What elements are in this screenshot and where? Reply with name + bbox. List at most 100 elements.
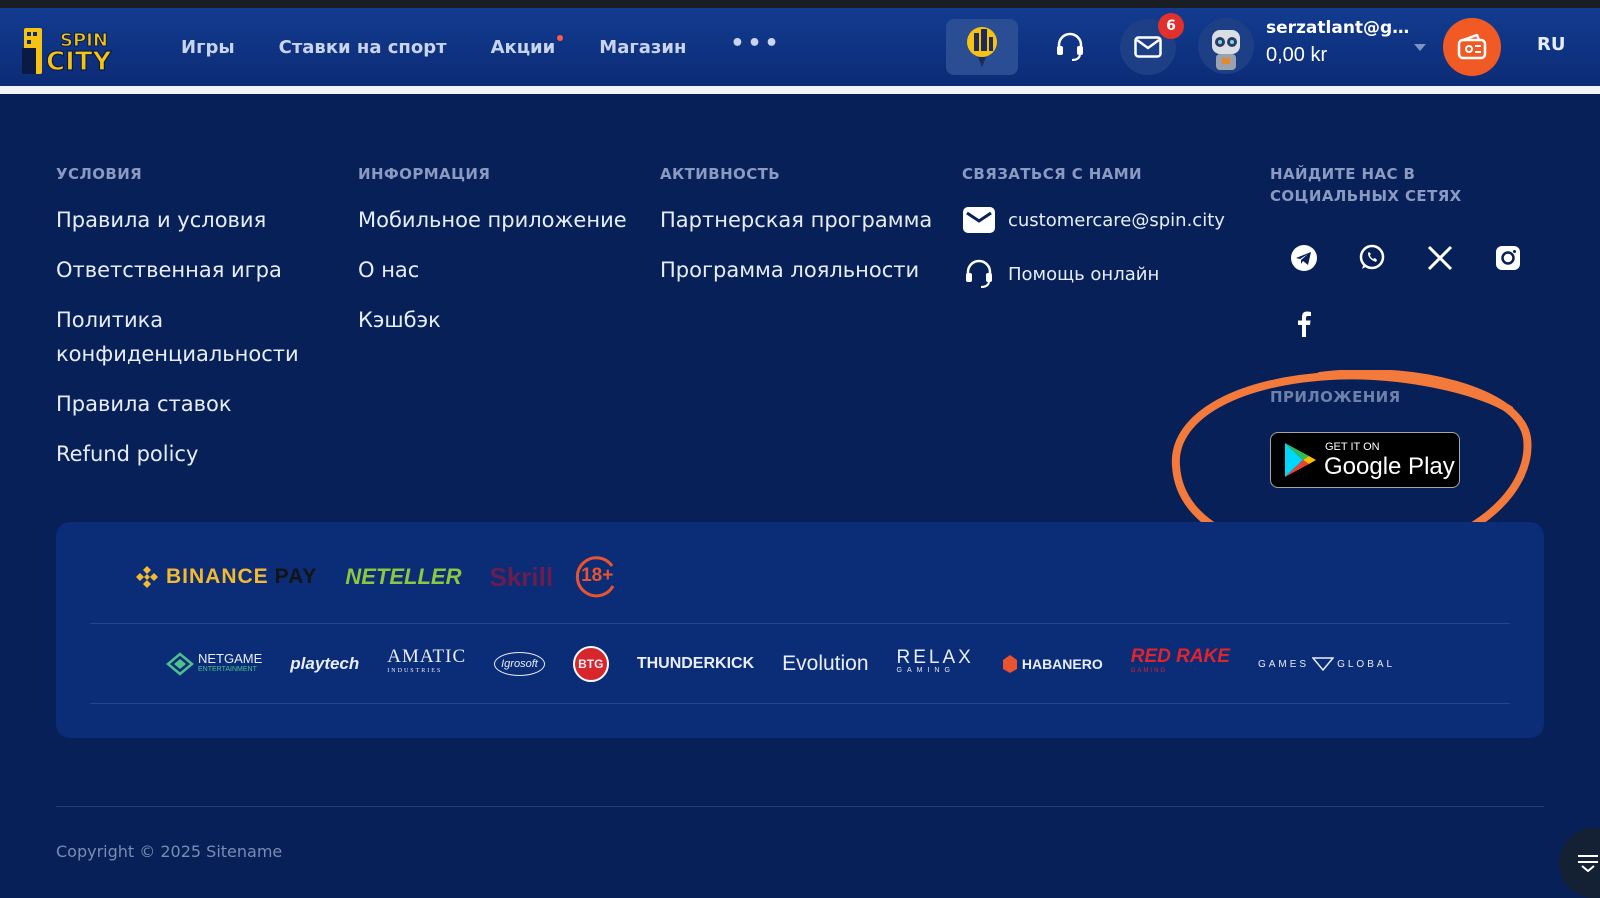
thunderkick-logo: THUNDERKICK (636, 655, 755, 672)
link-about-us[interactable]: О нас (358, 253, 627, 287)
footer-divider (56, 806, 1544, 807)
amatic-text: AMATIC (387, 646, 467, 667)
link-betting-rules[interactable]: Правила ставок (56, 387, 316, 421)
user-balance: 0,00 kr (1266, 44, 1328, 66)
wallet-icon (1457, 34, 1487, 60)
btg-logo: BTG (572, 646, 609, 682)
avatar[interactable] (1198, 18, 1254, 74)
binance-icon (136, 566, 158, 588)
igrosoft-logo: Igrosoft (494, 652, 545, 676)
nav-shop[interactable]: Магазин (599, 37, 686, 58)
apps-heading: ПРИЛОЖЕНИЯ (1270, 388, 1401, 406)
relax-sub-text: GAMING (896, 667, 955, 674)
games-global-logo: GAMES GLOBAL (1258, 657, 1395, 671)
spin-city-logo[interactable]: SPIN CITY (22, 18, 116, 78)
envelope-icon (1134, 36, 1162, 58)
binance-text: BINANCE (166, 565, 269, 588)
link-affiliate-program[interactable]: Партнерская программа (660, 203, 932, 237)
headset-icon (962, 257, 996, 291)
google-play-icon (1285, 443, 1316, 477)
partners-divider-bottom (90, 703, 1510, 704)
notification-dot (557, 34, 564, 41)
robot-avatar-icon (1212, 30, 1240, 70)
link-refund-policy[interactable]: Refund policy (56, 437, 316, 471)
promo-button[interactable] (946, 19, 1018, 75)
red-rake-logo: RED RAKE GAMING (1130, 646, 1230, 678)
activity-heading: АКТИВНОСТЬ (660, 165, 781, 183)
main-nav: Игры Ставки на спорт Акции Магазин ••• (181, 8, 782, 86)
support-button[interactable] (1048, 19, 1092, 75)
window-top-strip (0, 0, 1600, 8)
social-heading: НАЙДИТЕ НАС В СОЦИАЛЬНЫХ СЕТЯХ (1270, 165, 1462, 205)
age-18-text: 18+ (581, 565, 614, 586)
footer-activity-column: АКТИВНОСТЬ Партнерская программа Програм… (660, 163, 932, 303)
user-account[interactable]: serzatlant@gma... 0,00 kr (1266, 18, 1416, 67)
games-global-icon (1312, 657, 1335, 671)
messages-button[interactable]: 6 (1120, 13, 1184, 75)
deposit-button[interactable] (1443, 18, 1501, 76)
netgame-icon (166, 652, 194, 676)
nav-promotions-label: Акции (490, 36, 556, 58)
footer-info-column: ИНФОРМАЦИЯ Мобильное приложение О нас Кэ… (358, 163, 627, 353)
relax-gaming-logo: RELAX GAMING (896, 647, 974, 677)
footer-social-column: НАЙДИТЕ НАС В СОЦИАЛЬНЫХ СЕТЯХ (1270, 163, 1570, 357)
link-terms-conditions[interactable]: Правила и условия (56, 203, 316, 237)
more-menu-button[interactable]: ••• (730, 31, 781, 56)
online-help-text: Помощь онлайн (1008, 263, 1160, 285)
unread-badge: 6 (1158, 13, 1184, 39)
habanero-icon (1002, 655, 1017, 673)
whatsapp-icon[interactable] (1338, 225, 1406, 291)
contact-heading: СВЯЗАТЬСЯ С НАМИ (962, 165, 1142, 183)
netgame-logo: NETGAME ENTERTAINMENT (166, 652, 262, 676)
site-header: SPIN CITY Игры Ставки на спорт Акции Маг… (0, 8, 1600, 86)
binance-pay-logo: BINANCE PAY (134, 564, 317, 590)
neteller-logo: NETELLER (345, 564, 462, 589)
facebook-icon[interactable] (1270, 291, 1338, 357)
social-links (1270, 225, 1570, 357)
payment-methods: BINANCE PAY NETELLER Skrill 18+ (134, 552, 619, 602)
menu-chevron-icon (1578, 855, 1598, 872)
envelope-icon (962, 203, 996, 237)
red-rake-text: RED RAKE (1130, 646, 1230, 667)
promo-icon (967, 27, 997, 67)
x-icon[interactable] (1406, 225, 1474, 291)
link-mobile-app[interactable]: Мобильное приложение (358, 203, 627, 237)
footer-contact-column: СВЯЗАТЬСЯ С НАМИ customercare@spin.city … (962, 163, 1225, 311)
info-heading: ИНФОРМАЦИЯ (358, 165, 491, 183)
evolution-logo: Evolution (782, 652, 869, 675)
age-restriction-badge: 18+ (573, 554, 619, 600)
user-email: serzatlant@gma... (1266, 18, 1411, 38)
game-providers: NETGAME ENTERTAINMENT playtech AMATIC IN… (166, 639, 1423, 689)
scroll-menu-button[interactable] (1559, 828, 1600, 898)
nav-promotions[interactable]: Акции (490, 34, 564, 58)
skrill-logo: Skrill (489, 561, 554, 592)
link-cashback[interactable]: Кэшбэк (358, 303, 627, 337)
nav-sports-betting[interactable]: Ставки на спорт (279, 37, 447, 58)
telegram-icon[interactable] (1270, 225, 1338, 291)
games-global-text-left: GAMES (1257, 658, 1310, 670)
amatic-logo: AMATIC INDUSTRIES (387, 646, 467, 678)
online-help[interactable]: Помощь онлайн (962, 257, 1225, 291)
games-global-text-right: GLOBAL (1337, 658, 1396, 670)
contact-email-text: customercare@spin.city (1008, 209, 1225, 231)
netgame-sub-text: ENTERTAINMENT (198, 666, 257, 673)
copyright-text: Copyright © 2025 Sitename (56, 842, 283, 861)
language-switcher[interactable]: RU (1537, 34, 1565, 55)
google-play-big-text: Google Play (1324, 453, 1455, 480)
nav-games[interactable]: Игры (181, 37, 235, 58)
contact-email[interactable]: customercare@spin.city (962, 203, 1225, 237)
google-play-button[interactable]: GET IT ON Google Play (1270, 432, 1460, 488)
svg-text:CITY: CITY (46, 47, 112, 76)
instagram-icon[interactable] (1474, 225, 1542, 291)
red-rake-sub-text: GAMING (1130, 668, 1168, 674)
netgame-text: NETGAME (198, 651, 263, 666)
link-loyalty-program[interactable]: Программа лояльности (660, 253, 932, 287)
relax-text: RELAX (896, 647, 974, 668)
header-divider (0, 86, 1600, 94)
google-play-small-text: GET IT ON (1325, 441, 1380, 453)
binance-pay-text: PAY (274, 565, 318, 588)
chevron-down-icon[interactable] (1414, 44, 1426, 51)
link-privacy-policy[interactable]: Политика конфиденциальности (56, 303, 316, 371)
partners-divider-top (90, 623, 1510, 624)
link-responsible-gaming[interactable]: Ответственная игра (56, 253, 316, 287)
